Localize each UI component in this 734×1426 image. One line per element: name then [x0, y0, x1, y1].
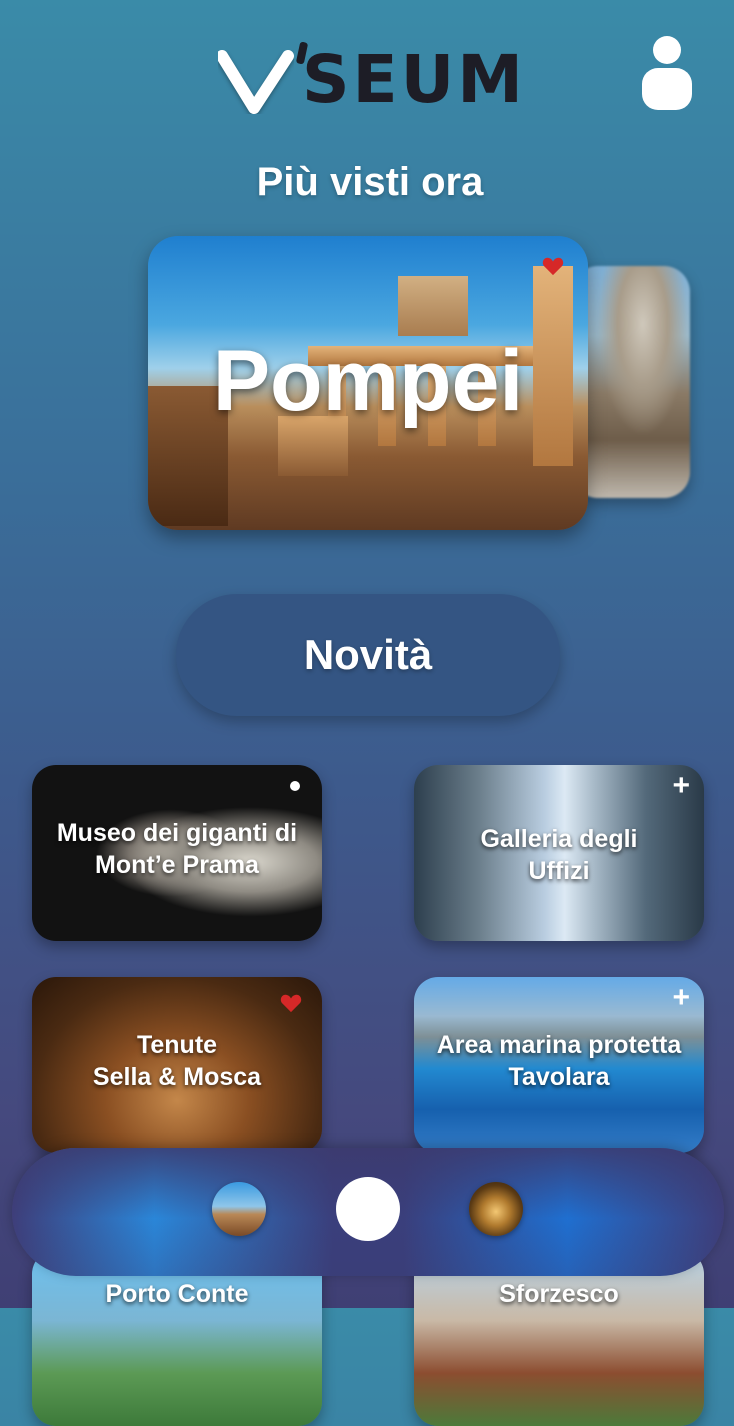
featured-title: Pompei — [212, 333, 524, 429]
tile-label: Sforzesco — [422, 1278, 696, 1310]
carousel-card-featured[interactable]: Pompei — [148, 236, 588, 530]
favorite-heart-icon[interactable] — [542, 256, 564, 276]
trending-title: Più visti ora — [256, 160, 484, 204]
tile-porto-conte[interactable]: Porto Conte — [32, 1250, 322, 1426]
tile-label-line2: Tavolara — [508, 1063, 610, 1091]
tile-tavolara[interactable]: + Area marina protetta Tavolara — [414, 977, 704, 1153]
tile-label-line1: Galleria degli — [480, 825, 638, 853]
tile-sella-mosca[interactable]: Tenute Sella & Mosca — [32, 977, 322, 1153]
tile-label: Area marina protetta Tavolara — [422, 1029, 696, 1093]
add-plus-icon[interactable]: + — [672, 983, 690, 1013]
tile-label: Porto Conte — [40, 1278, 314, 1310]
user-icon-body — [642, 68, 692, 110]
user-icon[interactable] — [640, 36, 694, 112]
news-button[interactable]: Novità — [176, 594, 560, 716]
tile-label: Museo dei giganti di Mont’e Prama — [40, 817, 314, 881]
tile-label-line1: Porto Conte — [105, 1280, 249, 1308]
tile-label: Tenute Sella & Mosca — [40, 1029, 314, 1093]
logo-v-mark — [218, 50, 294, 114]
nav-thumb-pompei[interactable] — [212, 1182, 266, 1236]
tile-label-line2: Uffizi — [528, 857, 590, 885]
favorite-heart-icon[interactable] — [280, 993, 302, 1013]
tile-sforzesco[interactable]: Sforzesco — [414, 1250, 704, 1426]
logo-text: SEUM — [302, 41, 526, 118]
news-button-label: Novità — [303, 631, 433, 678]
tile-label-line2: Sella & Mosca — [92, 1063, 262, 1091]
tile-label-line1: Area marina protetta — [436, 1031, 682, 1059]
tile-label-line1: Museo dei giganti di — [56, 819, 298, 847]
tile-label-line2: Mont’e Prama — [95, 851, 259, 879]
tile-label-line1: Tenute — [136, 1031, 218, 1059]
app-logo: SEUM — [218, 40, 523, 120]
tile-label-line1: Sforzesco — [499, 1280, 619, 1308]
user-icon-head — [653, 36, 681, 64]
tile-dot-indicator — [290, 781, 300, 791]
tile-uffizi[interactable]: + Galleria degli Uffizi — [414, 765, 704, 941]
tile-label: Galleria degli Uffizi — [422, 823, 696, 887]
add-plus-icon[interactable]: + — [672, 771, 690, 801]
home-button[interactable] — [336, 1177, 400, 1241]
tile-mont-e-prama[interactable]: Museo dei giganti di Mont’e Prama — [32, 765, 322, 941]
carousel-card-next[interactable] — [572, 266, 690, 498]
nav-thumb-cellar[interactable] — [469, 1182, 523, 1236]
